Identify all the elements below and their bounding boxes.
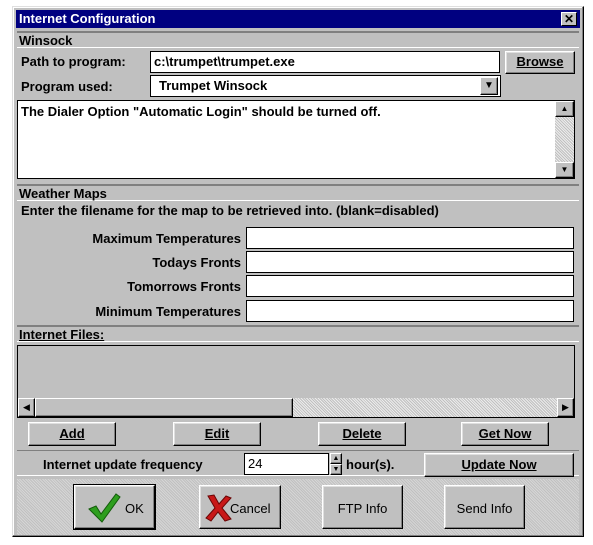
map-field-max-temps[interactable] — [246, 227, 574, 249]
path-to-program-input[interactable]: c:\trumpet\trumpet.exe — [150, 51, 500, 73]
spin-down-icon: ▼ — [332, 466, 340, 473]
edit-button-label: Edit — [204, 426, 230, 441]
add-button[interactable]: Add — [28, 422, 116, 446]
program-used-select[interactable]: Trumpet Winsock ▼ — [150, 75, 501, 97]
chevron-down-icon: ▼ — [484, 80, 494, 91]
arrow-left-icon: ◀ — [23, 402, 30, 412]
spin-up-button[interactable]: ▲ — [330, 453, 342, 464]
arrow-up-icon: ▲ — [560, 104, 569, 113]
ftp-info-button[interactable]: FTP Info — [322, 485, 403, 529]
files-scroll-track[interactable] — [35, 398, 557, 417]
ok-button-label: OK — [125, 501, 144, 516]
update-frequency-input[interactable]: 24 — [244, 453, 329, 475]
delete-button-label: Delete — [342, 426, 382, 441]
internet-configuration-window: Internet Configuration ✕ Winsock Path to… — [12, 6, 584, 537]
spin-up-icon: ▲ — [332, 455, 340, 462]
files-horizontal-scrollbar[interactable]: ◀ ▶ — [18, 398, 574, 417]
scroll-up-button[interactable]: ▲ — [555, 101, 574, 117]
path-to-program-label: Path to program: — [21, 54, 126, 69]
arrow-right-icon: ▶ — [562, 402, 569, 412]
files-scroll-thumb[interactable] — [35, 398, 293, 417]
close-icon: ✕ — [563, 12, 575, 26]
cancel-button-label: Cancel — [230, 501, 271, 516]
note-scrollbar[interactable]: ▲ ▼ — [555, 101, 574, 178]
internet-files-list[interactable]: ◀ ▶ — [17, 345, 575, 418]
map-label-tomorrows-fronts: Tomorrows Fronts — [127, 279, 241, 294]
checkmark-icon — [88, 493, 121, 523]
get-now-button-label: Get Now — [478, 426, 532, 441]
update-frequency-label: Internet update frequency — [43, 457, 203, 472]
update-now-button[interactable]: Update Now — [424, 453, 574, 477]
window-title: Internet Configuration — [19, 11, 156, 26]
program-used-dropdown-button[interactable]: ▼ — [480, 77, 498, 95]
delete-button[interactable]: Delete — [318, 422, 406, 446]
cancel-x-icon — [205, 494, 232, 522]
winsock-section-header: Winsock — [17, 31, 579, 48]
map-field-min-temps[interactable] — [246, 300, 574, 322]
map-field-todays-fronts[interactable] — [246, 251, 574, 273]
internet-files-section-title: Internet Files: — [19, 327, 105, 342]
cancel-button[interactable]: Cancel — [199, 485, 281, 529]
send-info-button-label: Send Info — [456, 501, 513, 516]
title-bar[interactable]: Internet Configuration ✕ — [16, 10, 580, 28]
hours-unit-label: hour(s). — [346, 457, 395, 472]
weather-instruction: Enter the filename for the map to be ret… — [21, 203, 439, 218]
ok-button[interactable]: OK — [73, 484, 156, 530]
scroll-right-button[interactable]: ▶ — [557, 398, 574, 417]
browse-button[interactable]: Browse — [505, 51, 575, 74]
internet-files-section-header: Internet Files: — [17, 325, 579, 342]
winsock-section-title: Winsock — [19, 33, 73, 48]
winsock-note-text: The Dialer Option "Automatic Login" shou… — [21, 104, 381, 119]
ftp-info-button-label: FTP Info — [337, 501, 388, 516]
internet-files-list-area — [18, 346, 574, 396]
browse-button-label: Browse — [516, 54, 564, 69]
update-frequency-value: 24 — [248, 456, 263, 471]
close-button[interactable]: ✕ — [561, 12, 577, 26]
weather-maps-section-header: Weather Maps — [17, 184, 579, 201]
send-info-button[interactable]: Send Info — [444, 485, 525, 529]
spin-down-button[interactable]: ▼ — [330, 464, 342, 475]
map-label-min-temps: Minimum Temperatures — [95, 304, 241, 319]
weather-maps-section-title: Weather Maps — [19, 186, 107, 201]
arrow-down-icon: ▼ — [560, 165, 569, 174]
add-button-label: Add — [59, 426, 85, 441]
update-now-button-label: Update Now — [461, 457, 537, 472]
path-to-program-value: c:\trumpet\trumpet.exe — [154, 54, 295, 69]
edit-button[interactable]: Edit — [173, 422, 261, 446]
program-used-label: Program used: — [21, 79, 113, 94]
get-now-button[interactable]: Get Now — [461, 422, 549, 446]
scroll-left-button[interactable]: ◀ — [18, 398, 35, 417]
map-label-max-temps: Maximum Temperatures — [92, 231, 241, 246]
program-used-value: Trumpet Winsock — [159, 78, 268, 93]
map-field-tomorrows-fronts[interactable] — [246, 275, 574, 297]
scroll-down-button[interactable]: ▼ — [555, 162, 574, 178]
map-label-todays-fronts: Todays Fronts — [152, 255, 241, 270]
winsock-note-textarea[interactable]: The Dialer Option "Automatic Login" shou… — [17, 100, 575, 179]
